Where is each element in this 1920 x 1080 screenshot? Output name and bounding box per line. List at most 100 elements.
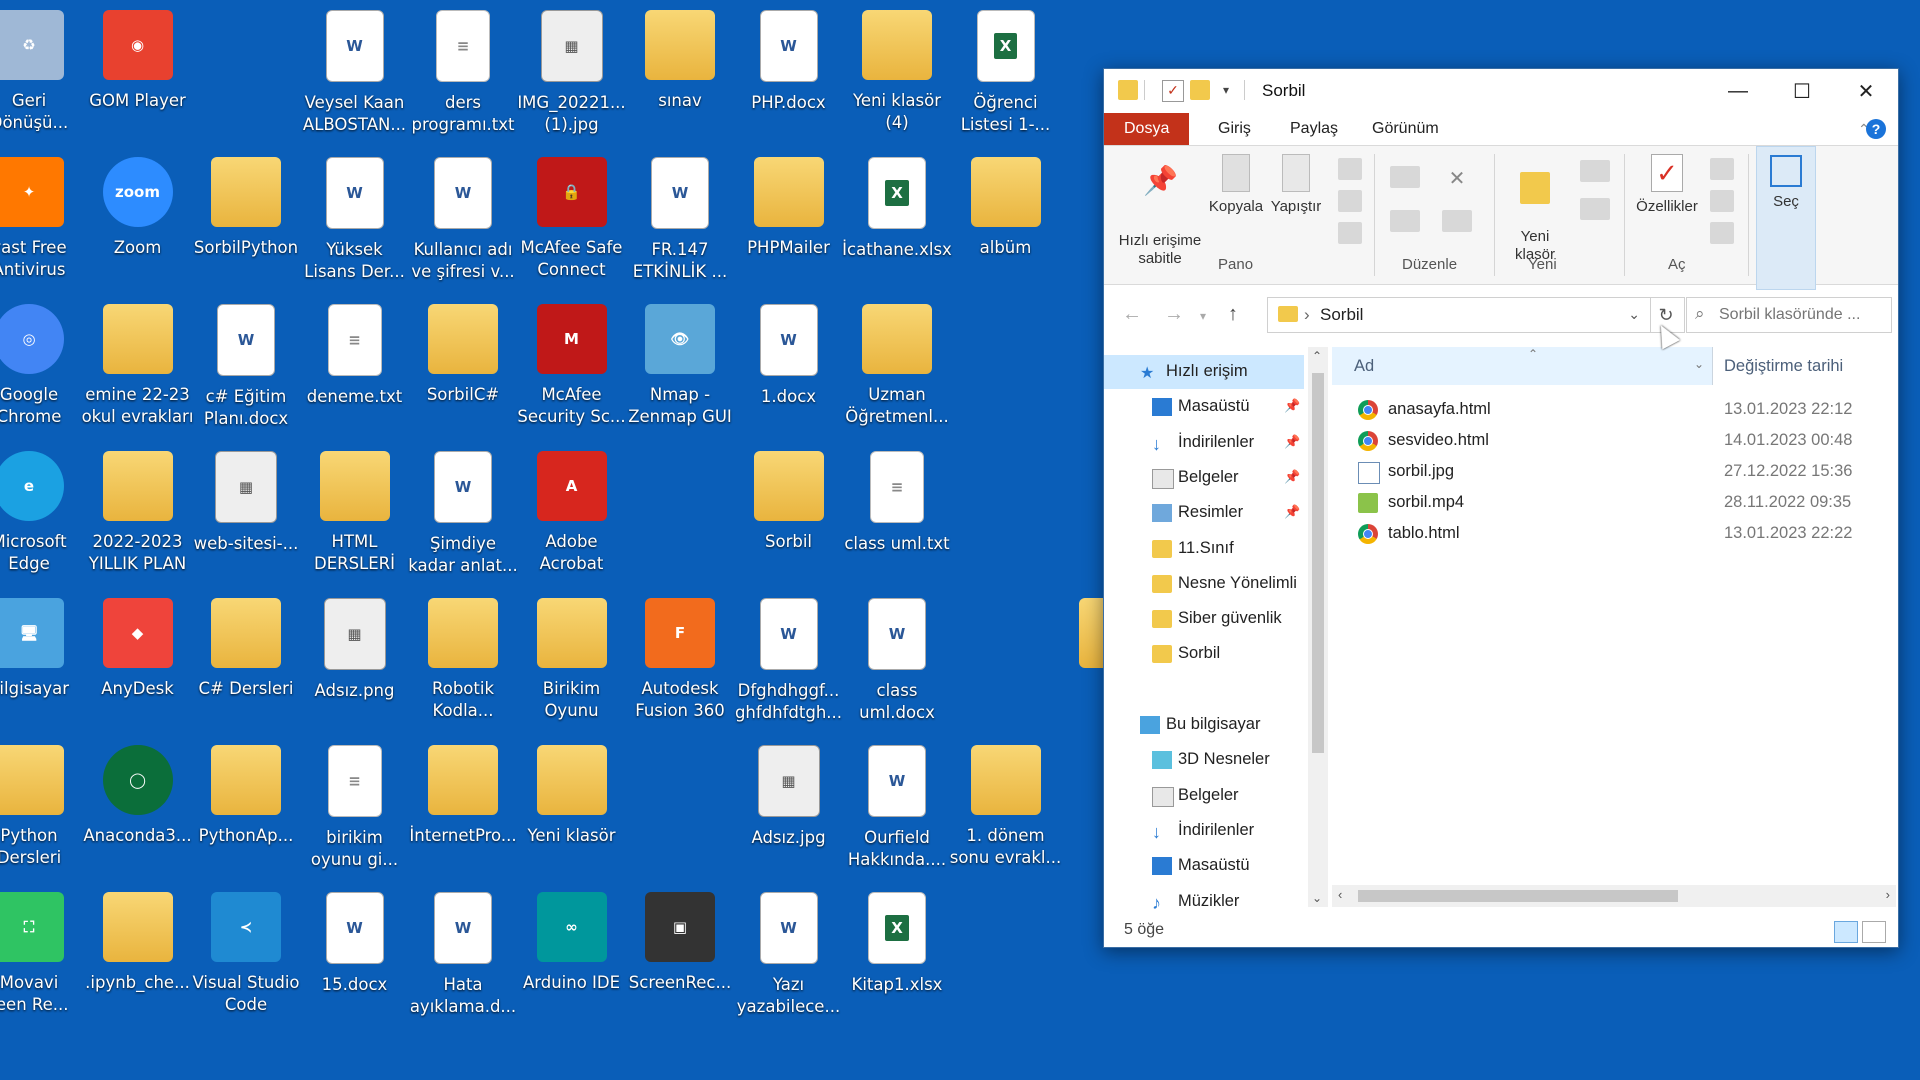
chevron-down-icon[interactable]: ⌄ — [1628, 306, 1640, 323]
desktop-icon-item[interactable]: ◎ Google Chrome — [0, 296, 83, 436]
desktop-icon-item[interactable]: Sorbil — [735, 443, 843, 583]
desktop-icon-item[interactable]: albüm — [952, 149, 1060, 289]
nav-item[interactable]: 3D Nesneler — [1104, 743, 1304, 777]
desktop-icon-item[interactable]: HTML DERSLERİ — [301, 443, 409, 583]
paste-shortcut-icon[interactable] — [1338, 222, 1362, 244]
scrollbar-thumb[interactable] — [1358, 890, 1678, 902]
desktop-icon-item[interactable]: W 1.docx — [735, 296, 843, 436]
nav-item[interactable]: ↓ İndirilenler 📌 — [1104, 426, 1304, 460]
desktop-icon-item[interactable]: PythonAp... — [192, 737, 300, 877]
rename-icon[interactable] — [1442, 210, 1472, 232]
file-row[interactable]: sorbil.mp4 28.11.2022 09:35 — [1332, 488, 1896, 518]
desktop-icon-item[interactable]: Wclass uml.docx — [843, 590, 951, 730]
desktop-icon-item[interactable]: W Dfghdhggf... ghfdhfdtgh... — [735, 590, 843, 730]
nav-scrollbar[interactable]: ⌃ ⌄ — [1308, 347, 1328, 907]
nav-item[interactable]: Bu bilgisayar — [1104, 708, 1304, 742]
desktop-icon-item[interactable]: İnternetPro... — [409, 737, 517, 877]
desktop-icon-item[interactable]: Wc# Eğitim Planı.docx — [192, 296, 300, 436]
nav-item[interactable]: ★ Hızlı erişim — [1104, 355, 1304, 389]
desktop-icon-item[interactable]: ∞ Arduino IDE — [518, 884, 626, 1024]
nav-item[interactable]: Belgeler — [1104, 779, 1304, 813]
desktop-icon-item[interactable]: ≡ birikim oyunu gi... — [301, 737, 409, 877]
scroll-up-icon[interactable]: ⌃ — [1312, 349, 1322, 363]
desktop-icon-item[interactable]: F Autodesk Fusion 360 — [626, 590, 734, 730]
tab-paylas[interactable]: Paylaş — [1276, 113, 1352, 145]
desktop-icon-item[interactable]: ◉ GOM Player — [84, 2, 192, 142]
back-button[interactable]: ← — [1122, 303, 1142, 326]
nav-item[interactable]: ♪ Müzikler — [1104, 885, 1304, 919]
file-row[interactable]: anasayfa.html 13.01.2023 22:12 — [1332, 395, 1896, 425]
select-button[interactable]: Seç — [1756, 146, 1816, 290]
desktop-icon-item[interactable]: ▣ ScreenRec... — [626, 884, 734, 1024]
title-bar[interactable]: ✓ ▾ Sorbil — ☐ ✕ — [1104, 69, 1898, 113]
search-box[interactable]: ⌕ — [1686, 297, 1901, 333]
nav-item[interactable]: Resimler 📌 — [1104, 496, 1304, 530]
desktop-icon-item[interactable]: ⛶ Movavi reen Re... — [0, 884, 83, 1024]
desktop-icon-item[interactable]: 👁 Nmap - Zenmap GUI — [626, 296, 734, 436]
desktop-icon-item[interactable]: ▦ IMG_20221... (1).jpg — [517, 2, 626, 142]
desktop-icon-item[interactable]: ✦ vast Free Antivirus — [0, 149, 83, 289]
new-folder-quick-icon[interactable] — [1190, 80, 1210, 100]
file-explorer-window[interactable]: ✓ ▾ Sorbil — ☐ ✕ Dosya Giriş Paylaş Görü… — [1103, 68, 1901, 948]
desktop-icon-item[interactable]: ≡ class uml.txt — [843, 443, 951, 583]
move-to-icon[interactable] — [1390, 166, 1420, 188]
desktop-icon-item[interactable]: A Adobe Acrobat — [518, 443, 626, 583]
desktop-icon-item[interactable]: SorbilPython — [192, 149, 300, 289]
large-icons-view-icon[interactable] — [1862, 921, 1886, 943]
desktop-icon-item[interactable]: emine 22-23 okul evrakları — [82, 296, 193, 436]
nav-item[interactable]: Sorbil — [1104, 637, 1304, 671]
tab-gorunum[interactable]: Görünüm — [1358, 113, 1453, 145]
details-view-icon[interactable] — [1834, 921, 1858, 943]
maximize-button[interactable]: ☐ — [1770, 69, 1834, 113]
pin-quick-access-button[interactable]: 📌 Hızlı erişime sabitle — [1116, 154, 1204, 268]
desktop-icon-item[interactable]: W Yazı yazabilece... — [735, 884, 843, 1024]
column-header-modified[interactable]: Değiştirme tarihi — [1724, 357, 1843, 376]
column-header-name[interactable]: Ad ⌃ ⌄ — [1332, 347, 1713, 385]
nav-item[interactable]: Siber güvenlik — [1104, 602, 1304, 636]
desktop-icon-item[interactable]: PHPMailer — [735, 149, 843, 289]
desktop-icon-item[interactable]: 2022-2023 YILLIK PLAN — [84, 443, 192, 583]
nav-item[interactable]: ↓ İndirilenler — [1104, 814, 1304, 848]
minimize-button[interactable]: — — [1706, 69, 1770, 113]
desktop-icon-item[interactable]: Birikim Oyunu — [518, 590, 626, 730]
desktop-icon-item[interactable]: zoom Zoom — [84, 149, 192, 289]
desktop-icon-item[interactable]: W Ourfield Hakkında.... — [843, 737, 951, 877]
desktop-icon-item[interactable]: W Veysel Kaan ALBOSTAN... — [301, 2, 409, 142]
cut-icon[interactable] — [1338, 158, 1362, 180]
scroll-left-icon[interactable]: ‹ — [1338, 887, 1342, 902]
desktop-icon-item[interactable]: X Öğrenci Listesi 1-... — [952, 2, 1060, 142]
desktop-icon-item[interactable]: ◯ Anaconda3... — [83, 737, 192, 877]
history-icon[interactable] — [1710, 222, 1734, 244]
desktop-icon-item[interactable]: ◆ AnyDesk — [84, 590, 192, 730]
properties-button[interactable]: ✓ Özellikler — [1630, 154, 1704, 216]
tab-giris[interactable]: Giriş — [1204, 113, 1265, 145]
scrollbar-thumb[interactable] — [1312, 373, 1324, 753]
help-icon[interactable]: ? — [1866, 119, 1886, 139]
paste-button[interactable]: Yapıştır — [1268, 154, 1324, 216]
desktop-icon-item[interactable]: ▦ Adsız.jpg — [735, 737, 843, 877]
desktop-icon-item[interactable]: ≡ deneme.txt — [301, 296, 409, 436]
nav-item[interactable]: 11.Sınıf — [1104, 532, 1304, 566]
desktop-icon-item[interactable]: C# Dersleri — [192, 590, 300, 730]
new-item-icon[interactable] — [1580, 160, 1610, 182]
desktop-icon-item[interactable]: ▦ Adsız.png — [301, 590, 409, 730]
desktop-icon-item[interactable]: Python Dersleri — [0, 737, 83, 877]
close-button[interactable]: ✕ — [1834, 69, 1898, 113]
properties-quick-icon[interactable]: ✓ — [1162, 80, 1184, 102]
search-input[interactable] — [1717, 301, 1901, 329]
desktop-icon-item[interactable]: .ipynb_che... — [84, 884, 192, 1024]
address-bar[interactable]: › Sorbil ⌄ — [1267, 297, 1651, 333]
desktop-icon-item[interactable]: M McAfee Security Sc... — [517, 296, 626, 436]
desktop-icon-item[interactable]: 🔒 McAfee Safe Connect — [518, 149, 626, 289]
delete-icon[interactable]: ✕ — [1442, 166, 1472, 190]
desktop-icon-item[interactable]: e Microsoft Edge — [0, 443, 83, 583]
chevron-down-icon[interactable]: ⌄ — [1694, 357, 1704, 371]
file-row[interactable]: tablo.html 13.01.2023 22:22 — [1332, 519, 1896, 549]
nav-item[interactable]: Belgeler 📌 — [1104, 461, 1304, 495]
desktop-icon-item[interactable]: ♻ Geri Dönüşü... — [0, 2, 83, 142]
desktop-icon-item[interactable]: W Yüksek Lisans Der... — [301, 149, 409, 289]
edit-icon[interactable] — [1710, 190, 1734, 212]
desktop-icon-item[interactable]: SorbilC# — [409, 296, 517, 436]
customize-quick-access-icon[interactable]: ▾ — [1216, 80, 1236, 100]
desktop-icon-item[interactable]: ≡ ders programı.txt — [409, 2, 517, 142]
